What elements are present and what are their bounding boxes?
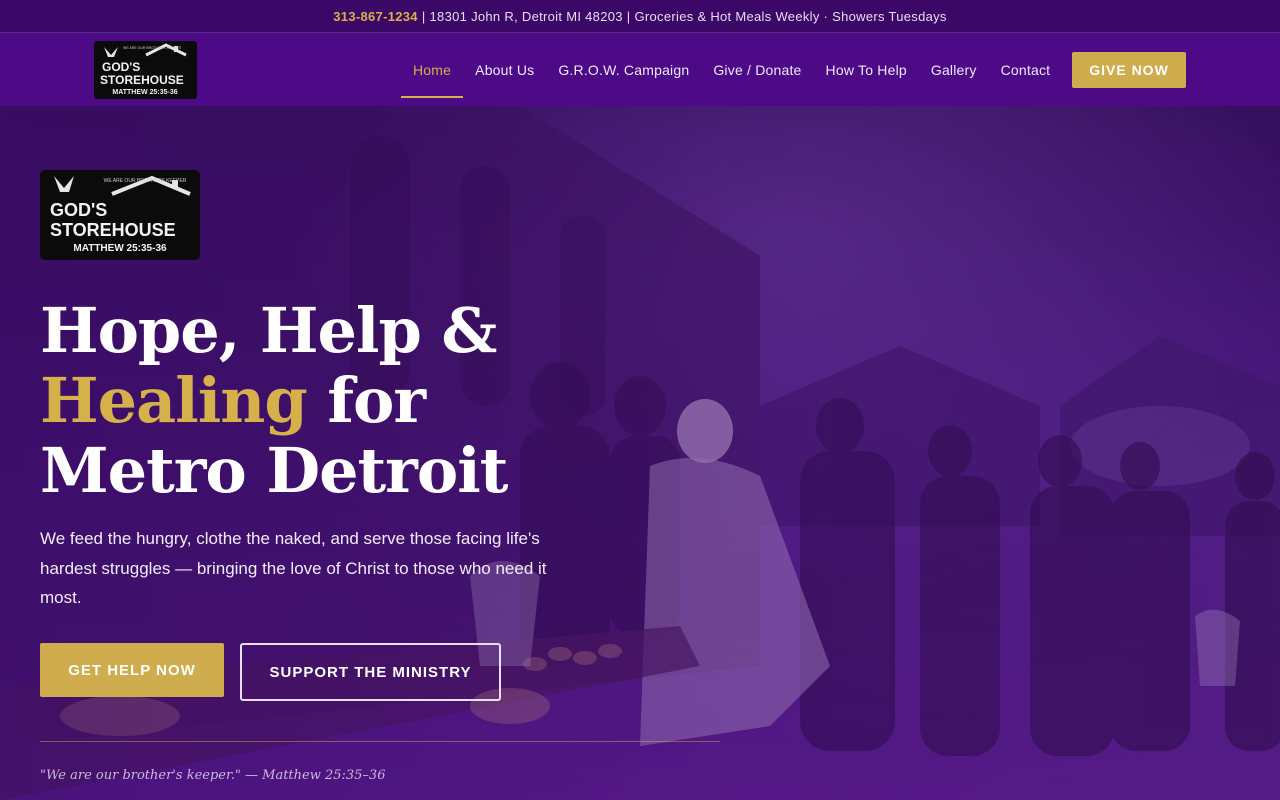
- hero-section: WE ARE OUR BROTHERS KEEPER GOD'S STOREHO…: [0, 106, 1280, 800]
- address-text: 18301 John R, Detroit MI 48203: [429, 8, 623, 24]
- hero-title-line3: Metro Detroit: [40, 434, 508, 507]
- separator: |: [421, 8, 426, 24]
- hero-subtitle: We feed the hungry, clothe the naked, an…: [40, 529, 547, 607]
- hero-logo: WE ARE OUR BROTHERS KEEPER GOD'S STOREHO…: [40, 170, 200, 260]
- top-info-bar: 313-867-1234 | 18301 John R, Detroit MI …: [0, 0, 1280, 33]
- logo-text-storehouse: STOREHOUSE: [50, 220, 176, 240]
- nav-item-contact[interactable]: Contact: [989, 42, 1063, 98]
- nav-item-gallery[interactable]: Gallery: [919, 42, 989, 98]
- nav-menu: Home About Us G.R.O.W. Campaign Give / D…: [401, 33, 1062, 106]
- nav-item-grow-campaign[interactable]: G.R.O.W. Campaign: [546, 42, 701, 98]
- services-text: Groceries & Hot Meals Weekly · Showers T…: [634, 8, 947, 24]
- logo-text-verse: MATTHEW 25:35-36: [112, 89, 177, 96]
- logo-text-gods: GOD'S: [50, 200, 107, 220]
- nav-item-give-donate[interactable]: Give / Donate: [701, 42, 813, 98]
- site-logo[interactable]: WE ARE OUR BROTHERS KEEPER GOD'S STOREHO…: [94, 41, 197, 99]
- logo-text-verse: MATTHEW 25:35-36: [73, 243, 167, 254]
- scripture-quote: "We are our brother's keeper." — Matthew…: [40, 768, 386, 783]
- hero-title-highlight: Healing: [40, 364, 308, 437]
- logo-tagline: WE ARE OUR BROTHERS KEEPER: [123, 46, 181, 50]
- hero-title-line2: for: [327, 364, 426, 437]
- logo-text-gods: GOD'S: [102, 60, 140, 74]
- logo-tagline: WE ARE OUR BROTHERS KEEPER: [104, 178, 187, 184]
- give-now-button[interactable]: GIVE NOW: [1072, 52, 1186, 88]
- hero-title-line1: Hope, Help &: [40, 294, 497, 367]
- main-navigation: WE ARE OUR BROTHERS KEEPER GOD'S STOREHO…: [0, 33, 1280, 106]
- hero-title: Hope, Help & Healing for Metro Detroit: [40, 296, 640, 506]
- nav-item-how-to-help[interactable]: How To Help: [814, 42, 919, 98]
- logo-text-storehouse: STOREHOUSE: [100, 73, 184, 87]
- divider: [40, 741, 720, 742]
- nav-item-home[interactable]: Home: [401, 42, 464, 98]
- separator: |: [626, 8, 631, 24]
- nav-item-about-us[interactable]: About Us: [463, 42, 546, 98]
- support-the-ministry-button[interactable]: SUPPORT THE MINISTRY: [240, 643, 501, 701]
- get-help-now-button[interactable]: GET HELP NOW: [40, 643, 224, 697]
- phone-link[interactable]: 313-867-1234: [333, 9, 418, 24]
